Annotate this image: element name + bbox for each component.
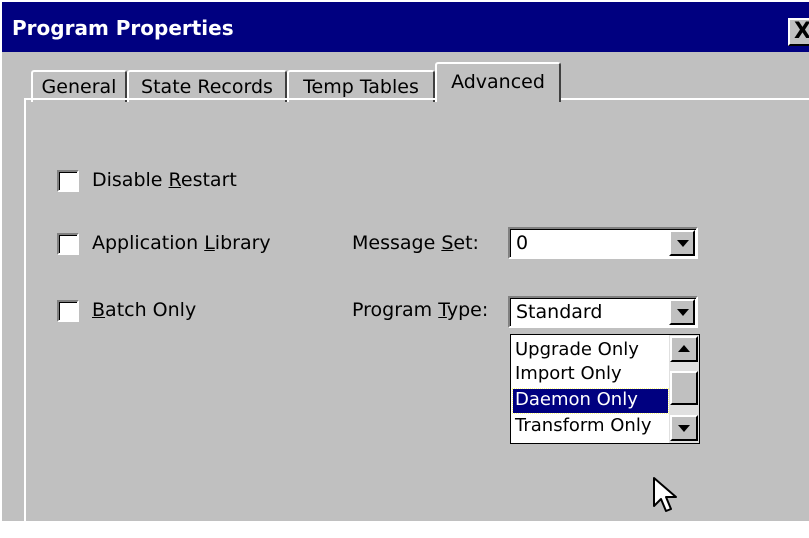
chevron-down-icon [677,240,689,247]
scroll-thumb[interactable] [670,371,698,405]
dropdown-scrollbar[interactable] [669,335,699,443]
tab-advanced[interactable]: Advanced [435,62,561,102]
message-set-combobox[interactable]: 0 [508,227,698,259]
option-import-only[interactable]: Import Only [513,363,668,387]
program-type-value: Standard [516,301,603,323]
scroll-up-button[interactable] [670,336,698,362]
application-library-checkbox[interactable] [57,233,79,255]
chevron-down-icon [677,309,689,316]
option-transform-only[interactable]: Transform Only [513,415,668,439]
program-type-dropdown-button[interactable] [669,299,695,325]
program-type-label: Program Type: [352,299,489,321]
program-type-combobox[interactable]: Standard [508,296,698,328]
mouse-cursor-icon [653,477,677,512]
batch-only-label: Batch Only [92,299,197,321]
window-title: Program Properties [12,16,234,40]
option-upgrade-only[interactable]: Upgrade Only [513,339,668,363]
scroll-down-button[interactable] [670,415,698,441]
program-type-dropdown-list[interactable]: Upgrade Only Import Only Daemon Only Tra… [510,334,700,444]
title-bar[interactable]: Program Properties [2,2,809,52]
close-button[interactable]: X [788,18,809,46]
disable-restart-label: Disable Restart [92,169,237,191]
batch-only-checkbox[interactable] [57,300,79,322]
program-properties-window: Program Properties X General State Recor… [0,0,809,538]
application-library-label: Application Library [92,232,271,254]
scroll-up-icon [678,345,690,352]
message-set-label: Message Set: [352,232,479,254]
close-icon: X [794,19,809,44]
option-daemon-only[interactable]: Daemon Only [512,388,669,414]
disable-restart-checkbox[interactable] [57,170,79,192]
scroll-down-icon [678,425,690,432]
message-set-value: 0 [516,232,529,254]
message-set-dropdown-button[interactable] [669,230,695,256]
